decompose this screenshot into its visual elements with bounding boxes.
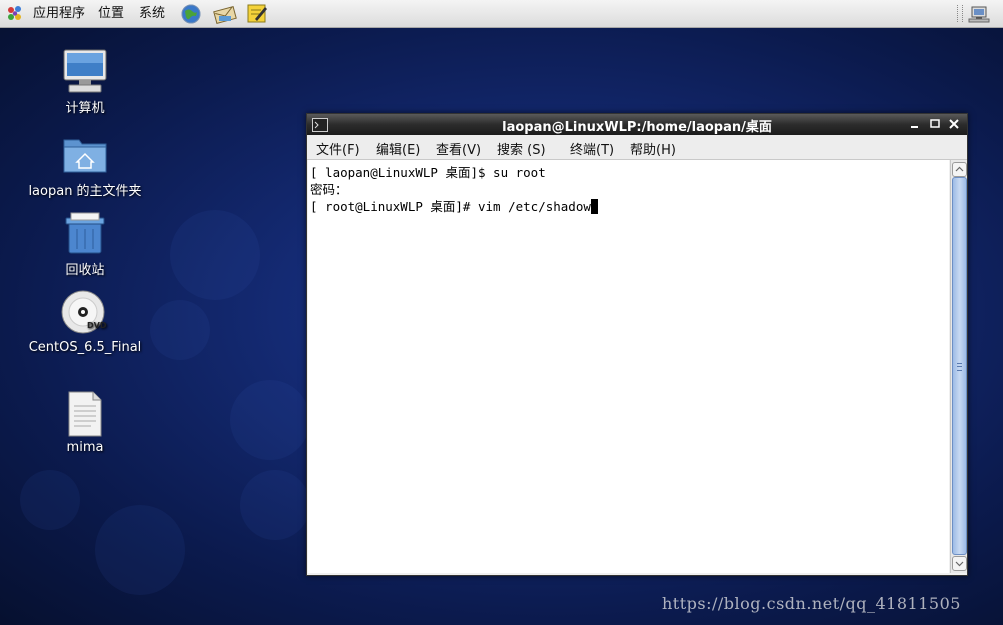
terminal-title: laopan@LinuxWLP:/home/laopan/桌面 (502, 120, 772, 135)
text-file-icon (61, 390, 109, 438)
web-browser-icon[interactable] (180, 3, 201, 24)
scroll-thumb[interactable] (952, 177, 967, 555)
desktop-icon-text-file[interactable]: mima (20, 390, 150, 455)
menu-file[interactable]: 文件(F) (316, 139, 360, 158)
desktop-icon-label: laopan 的主文件夹 (28, 184, 142, 199)
svg-text:DVD: DVD (87, 321, 107, 330)
menu-edit[interactable]: 编辑(E) (376, 139, 420, 158)
watermark-text: https://blog.csdn.net/qq_41811505 (662, 594, 961, 613)
terminal-menubar: 文件(F) 编辑(E) 查看(V) 搜索 (S) 终端(T) 帮助(H) (307, 135, 967, 160)
wallpaper-bubble (240, 470, 310, 540)
terminal-window[interactable]: laopan@LinuxWLP:/home/laopan/桌面 文件(F) 编辑… (306, 113, 968, 576)
desktop-icon-home-folder[interactable]: laopan 的主文件夹 (20, 130, 150, 199)
maximize-button[interactable] (928, 117, 942, 131)
terminal-command-text: [ root@LinuxWLP 桌面]# vim /etc/shadow (310, 199, 591, 214)
desktop-icon-label: 回收站 (65, 263, 105, 278)
menu-terminal[interactable]: 终端(T) (570, 139, 614, 158)
scroll-up-button[interactable] (952, 162, 967, 177)
menu-help[interactable]: 帮助(H) (630, 139, 676, 158)
wallpaper-bubble (230, 380, 310, 460)
desktop-icon-label: mima (66, 440, 104, 455)
notes-editor-icon[interactable] (246, 3, 267, 23)
menu-search[interactable]: 搜索 (S) (497, 139, 546, 158)
wallpaper-bubble (20, 470, 80, 530)
wallpaper-bubble (150, 300, 210, 360)
desktop-icon-label: 计算机 (65, 101, 105, 116)
minimize-button[interactable] (908, 117, 922, 131)
panel-separator (957, 5, 963, 22)
menu-system[interactable]: 系统 (139, 5, 165, 23)
home-folder-icon (61, 130, 109, 178)
top-panel: 应用程序 位置 系统 (0, 0, 1003, 28)
desktop-icon-computer[interactable]: 计算机 (20, 47, 150, 116)
wallpaper-bubble (95, 505, 185, 595)
text-cursor (590, 199, 598, 214)
terminal-output[interactable]: [ laopan@LinuxWLP 桌面]$ su root 密码： [ roo… (308, 160, 949, 573)
scroll-grip-icon (957, 363, 962, 371)
email-client-icon[interactable] (213, 3, 237, 24)
computer-icon (61, 47, 109, 95)
terminal-titlebar[interactable]: laopan@LinuxWLP:/home/laopan/桌面 (307, 114, 967, 135)
desktop-icon-trash[interactable]: 回收站 (20, 209, 150, 278)
scroll-down-button[interactable] (952, 556, 967, 571)
desktop-icon-label: CentOS_6.5_Final (28, 340, 142, 355)
network-icon[interactable] (968, 3, 992, 23)
dvd-icon: DVD (61, 290, 109, 338)
trash-icon (61, 209, 109, 257)
menu-view[interactable]: 查看(V) (436, 139, 481, 158)
desktop-icon-dvd[interactable]: DVD CentOS_6.5_Final (20, 290, 150, 355)
wallpaper-bubble (170, 210, 260, 300)
close-button[interactable] (947, 117, 961, 131)
terminal-scrollbar[interactable] (950, 160, 967, 573)
gnome-foot-icon[interactable] (6, 5, 24, 23)
menu-places[interactable]: 位置 (98, 5, 124, 23)
terminal-prompt-line[interactable]: [ root@LinuxWLP 桌面]# vim /etc/shadow (310, 196, 598, 215)
menu-applications[interactable]: 应用程序 (33, 5, 85, 23)
